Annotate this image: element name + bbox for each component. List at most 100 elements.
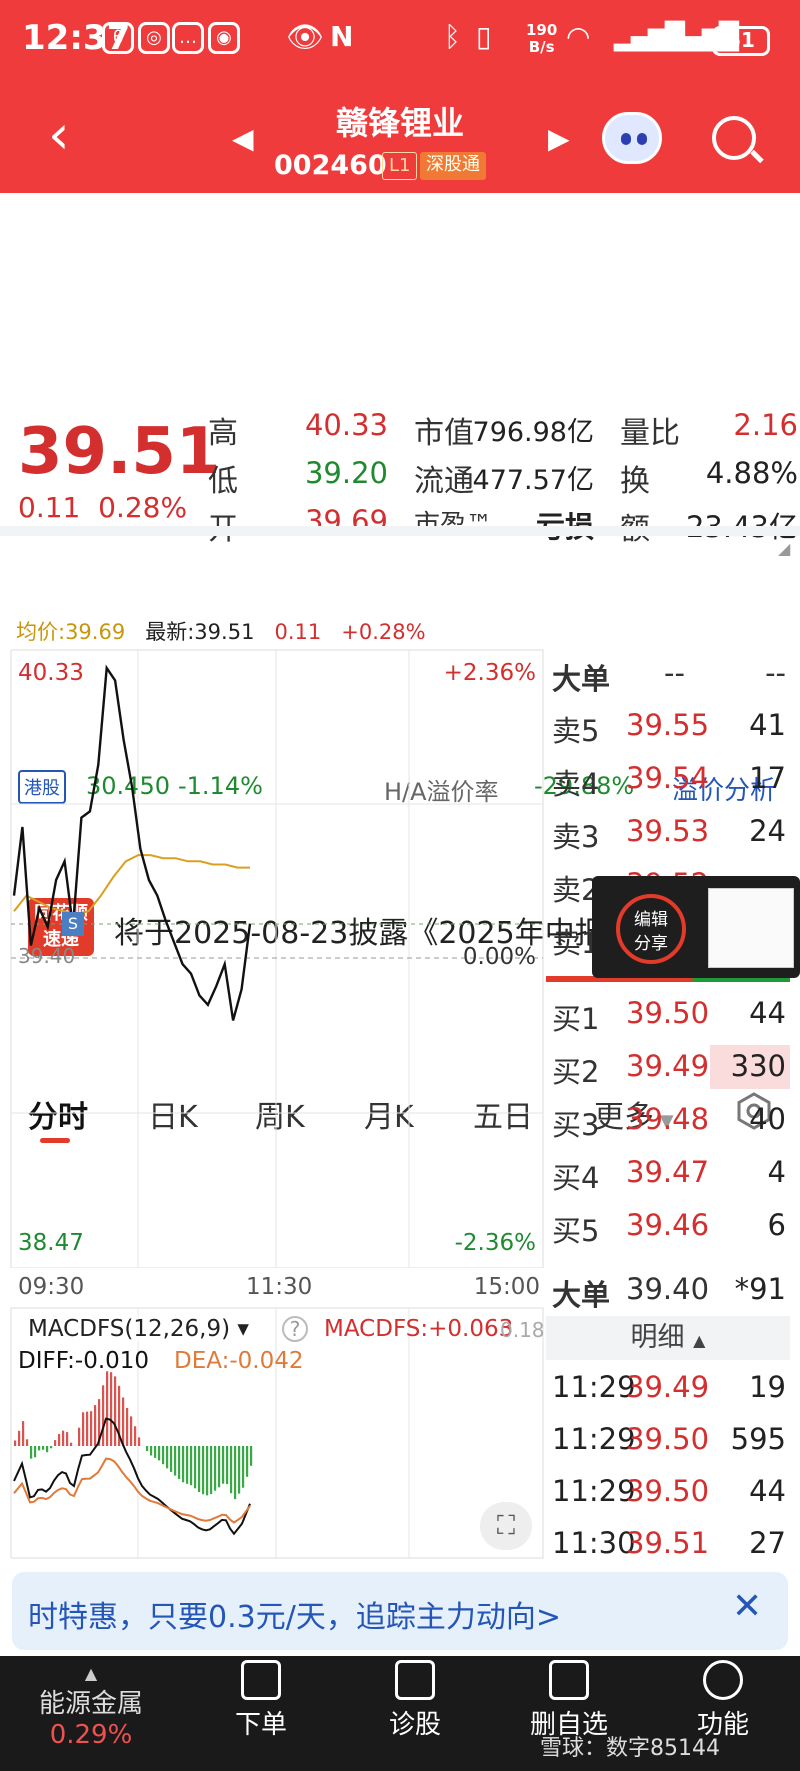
ask-row[interactable]: 卖3 39.53 24 (546, 806, 790, 858)
help-icon[interactable]: ? (282, 1316, 308, 1342)
macd-chart-svg (10, 1307, 544, 1559)
detail-row: 11:29 39.49 19 (552, 1370, 786, 1404)
net-speed: 190 B/s (526, 21, 558, 56)
macd-bar (126, 1407, 129, 1446)
macd-bar (66, 1432, 69, 1446)
macd-bar (46, 1446, 49, 1453)
edit-share-button[interactable]: 编辑 分享 (616, 894, 686, 964)
briefcase-plus-icon (395, 1660, 435, 1700)
screenshot-thumbnail[interactable] (708, 888, 794, 968)
macd-bar (158, 1446, 161, 1461)
macd-bar (178, 1446, 181, 1479)
edit-share-popup[interactable]: 编辑 分享 (592, 876, 800, 978)
macd-bar (150, 1446, 153, 1456)
x-tick-close: 15:00 (473, 1274, 540, 1300)
bid-row[interactable]: 买3 39.48 40 (546, 1094, 790, 1146)
stock-code: 002460 (274, 150, 387, 181)
detail-header[interactable]: 明细 ▲ (546, 1316, 790, 1360)
big-trade-row[interactable]: 大单 39.40 *91 (546, 1264, 790, 1316)
macd-bar (246, 1446, 249, 1477)
message-icon: … (172, 22, 204, 54)
app-notification-icon-2: ◉ (208, 22, 240, 54)
macd-bar (186, 1446, 189, 1484)
macd-bar (162, 1446, 165, 1465)
x-tick-midday: 11:30 (246, 1274, 313, 1300)
dea-label: DEA:-0.042 (174, 1348, 304, 1374)
sector-button[interactable]: ▲ 能源金属 0.29% (26, 1664, 156, 1750)
assistant-robot-icon[interactable] (602, 112, 662, 164)
ask-row[interactable]: 卖4 39.54 17 (546, 753, 790, 805)
macd-bar (134, 1426, 137, 1446)
intraday-chart[interactable]: 40.33 38.47 +2.36% -2.36% 0.00% 39.40 S (10, 648, 544, 1269)
close-icon[interactable]: ✕ (732, 1586, 762, 1627)
functions-button[interactable]: 功能 (658, 1660, 788, 1741)
search-icon[interactable] (712, 116, 756, 160)
macd-bar (58, 1434, 61, 1446)
macd-bar (170, 1446, 173, 1472)
connect-tag: 深股通 (420, 152, 486, 180)
macd-bar (102, 1385, 105, 1446)
macd-bar (250, 1446, 253, 1466)
macd-bar (154, 1446, 157, 1458)
remove-watchlist-button[interactable]: 删自选 (504, 1660, 634, 1741)
diagnose-button[interactable]: 诊股 (350, 1660, 480, 1741)
bluetooth-icon: ᛒ (444, 20, 461, 53)
wifi-icon: ◠ (566, 20, 591, 53)
pct-low-label: -2.36% (454, 1230, 536, 1256)
ask-row[interactable]: 卖5 39.55 41 (546, 700, 790, 752)
latest-price-label: 最新:39.51 (145, 620, 255, 644)
avg-price-label: 均价:39.69 (16, 620, 126, 644)
macd-bar (34, 1446, 37, 1458)
bid-row[interactable]: 买2 39.49 330 (546, 1041, 790, 1093)
pct-mid-label: 0.00% (462, 944, 536, 970)
pct-high-label: +2.36% (443, 660, 536, 686)
macd-bar (138, 1437, 141, 1446)
macd-bar (190, 1446, 193, 1486)
nfc-icon: N (330, 20, 354, 53)
macd-bar (90, 1411, 93, 1446)
macd-bar (62, 1430, 65, 1446)
macd-bar (218, 1446, 221, 1488)
macd-bar (30, 1446, 33, 1459)
macd-bar (182, 1446, 185, 1483)
detail-row: 11:29 39.50 44 (552, 1474, 786, 1508)
latest-change-pct: +0.28% (341, 620, 426, 644)
document-icon (241, 1660, 281, 1700)
macd-bar (22, 1421, 25, 1446)
macd-bar (146, 1446, 149, 1452)
promo-text[interactable]: 时特惠，只要0.3元/天，追踪主力动向> (28, 1592, 561, 1636)
macd-bar (86, 1411, 89, 1446)
status-bar: 12:37 ϐ ◎ … ◉ 👁 N ᛒ ▯ 190 B/s ◠ ▂▄▆█ ▂▄▆█… (0, 0, 800, 86)
intraday-info-line: 均价:39.69 最新:39.51 0.11 +0.28% (16, 616, 426, 646)
macd-bar (106, 1371, 109, 1446)
macd-bar (42, 1446, 45, 1450)
trade-detail[interactable]: 明细 ▲ 11:29 39.49 19 11:29 39.50 595 11:29 39.… (546, 1316, 790, 1560)
macd-bar (70, 1442, 73, 1446)
macd-bar (230, 1446, 233, 1494)
hk-share-row[interactable]: 港股 30.450 -1.14% H/A溢价率 -29.88% 溢价分析 (0, 380, 800, 806)
notice-bar[interactable]: 同花顺速递 将于2025-08-23披露《2025年中报》 ✕ (0, 442, 800, 956)
next-stock-button[interactable]: ▶ (548, 122, 570, 155)
eye-icon: 👁 (286, 20, 325, 55)
macd-panel[interactable]: MACDFS(12,26,9) ▾ ? MACDFS:+0.063 0.18 D… (10, 1306, 545, 1560)
watermark: 雪球：数字85144 (540, 1736, 720, 1761)
macd-bar (202, 1446, 205, 1495)
minus-box-icon (549, 1660, 589, 1700)
bid-row[interactable]: 买5 39.46 6 (546, 1200, 790, 1252)
macd-bar (206, 1446, 209, 1496)
big-order-row: 大单 -- -- (552, 656, 786, 696)
bid-row[interactable]: 买4 39.47 4 (546, 1147, 790, 1199)
s-marker[interactable]: S (62, 912, 84, 936)
macd-bar (78, 1427, 81, 1446)
macd-bar (242, 1446, 245, 1488)
bid-row[interactable]: 买1 39.50 44 (546, 988, 790, 1040)
macd-bar (38, 1446, 41, 1451)
order-button[interactable]: 下单 (196, 1660, 326, 1741)
macd-bar (174, 1446, 177, 1476)
quote-panel: 39.51 0.11 0.28% 高 低 开 40.33 39.20 39.69… (0, 193, 800, 558)
macd-bar (214, 1446, 217, 1491)
macd-title[interactable]: MACDFS(12,26,9) ▾ (28, 1316, 249, 1342)
y-low-label: 38.47 (18, 1230, 84, 1256)
section-divider (0, 526, 800, 536)
fullscreen-icon[interactable]: ⛶ (480, 1502, 532, 1550)
